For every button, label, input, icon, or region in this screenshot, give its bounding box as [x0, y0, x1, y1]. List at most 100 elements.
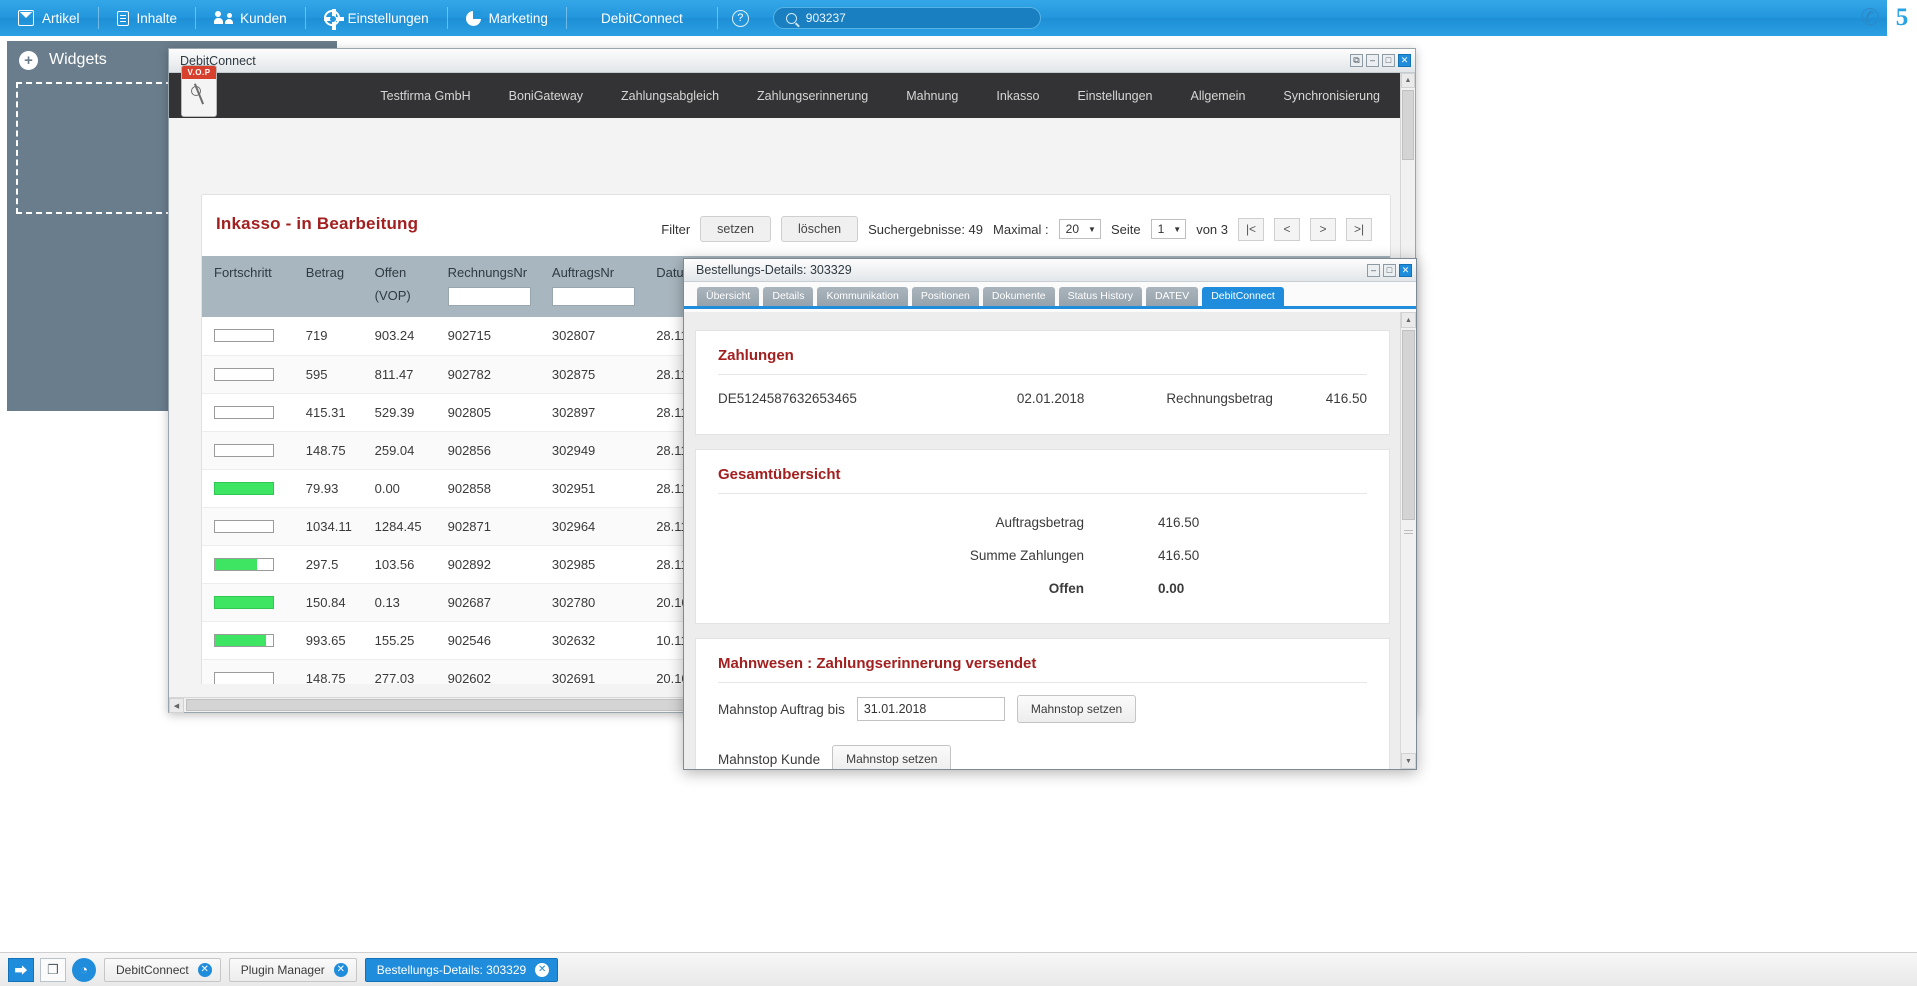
- tab-uebersicht[interactable]: Übersicht: [697, 286, 760, 306]
- scroll-down-icon[interactable]: ▼: [1401, 753, 1416, 769]
- show-desktop-button[interactable]: ❐: [40, 957, 66, 982]
- modal-minimize-button[interactable]: –: [1367, 263, 1380, 277]
- filter-rechnungsnr-input[interactable]: [447, 287, 531, 306]
- close-icon[interactable]: ✕: [535, 962, 550, 977]
- mahnstop-kunde-row: Mahnstop Kunde Mahnstop setzen: [718, 745, 1367, 769]
- cell-offen: 0.13: [362, 583, 436, 622]
- nav-item-einstellungen[interactable]: Einstellungen: [306, 0, 447, 36]
- add-widget-icon[interactable]: +: [19, 50, 38, 70]
- scroll-thumb-horizontal[interactable]: [186, 699, 706, 711]
- page-last-button[interactable]: >|: [1346, 217, 1372, 241]
- col-label: Betrag: [305, 265, 345, 280]
- close-icon[interactable]: ✕: [333, 962, 348, 977]
- scroll-up-icon[interactable]: ▲: [1401, 312, 1416, 328]
- tab-kommunikation[interactable]: Kommunikation: [817, 286, 908, 306]
- modal-title: Bestellungs-Details: 303329: [696, 263, 852, 277]
- cell-betrag: 297.5: [293, 545, 363, 584]
- dcnav-item-allgemein[interactable]: Allgemein: [1172, 89, 1265, 103]
- nav-item-marketing[interactable]: Marketing: [448, 0, 566, 36]
- bestellungs-details-dialog: Bestellungs-Details: 303329 – □ ✕ Übersi…: [683, 258, 1417, 770]
- mahnstop-auftrag-button[interactable]: Mahnstop setzen: [1016, 695, 1137, 723]
- clock-button[interactable]: ◔: [72, 957, 96, 982]
- nav-label-inhalte: Inhalte: [136, 10, 178, 26]
- progress-bar: [214, 519, 274, 533]
- tab-dokumente[interactable]: Dokumente: [982, 286, 1055, 306]
- nav-item-kunden[interactable]: Kunden: [196, 0, 305, 36]
- cell-rechnungsnr: 902687: [435, 583, 540, 622]
- dcnav-item-zahlungserinnerung[interactable]: Zahlungserinnerung: [738, 89, 887, 103]
- seite-select[interactable]: 1 ▼: [1150, 219, 1187, 239]
- mahnstop-auftrag-date-input[interactable]: [856, 697, 1005, 721]
- maximize-button[interactable]: □: [1382, 54, 1395, 67]
- close-button[interactable]: ✕: [1398, 54, 1411, 67]
- clock-icon: ◔: [80, 962, 88, 977]
- phone-icon[interactable]: ✆: [1857, 5, 1883, 31]
- minimize-button[interactable]: –: [1366, 54, 1379, 67]
- mahnstop-auftrag-label: Mahnstop Auftrag bis: [718, 701, 845, 717]
- close-icon[interactable]: ✕: [197, 962, 212, 977]
- cell-betrag: 719: [293, 317, 363, 356]
- taskbar-item-debitconnect[interactable]: DebitConnect ✕: [104, 957, 221, 982]
- nav-item-debitconnect[interactable]: DebitConnect: [567, 0, 717, 36]
- scroll-thumb[interactable]: [1402, 330, 1415, 520]
- start-icon: ⮕: [14, 963, 28, 978]
- taskbar-item-plugin-manager[interactable]: Plugin Manager ✕: [228, 957, 357, 982]
- nav-item-artikel[interactable]: Artikel: [0, 0, 98, 36]
- scroll-left-icon[interactable]: ◀: [169, 698, 184, 713]
- mahnstop-kunde-button[interactable]: Mahnstop setzen: [832, 745, 952, 769]
- cell-fortschritt: [202, 317, 294, 356]
- dcnav-item-einstellungen[interactable]: Einstellungen: [1058, 89, 1171, 103]
- dcnav-item-synchronisierung[interactable]: Synchronisierung: [1264, 89, 1399, 103]
- modal-vertical-scrollbar[interactable]: ▲ ▼: [1400, 312, 1416, 769]
- progress-bar: [214, 329, 274, 343]
- widgets-title: Widgets: [49, 51, 107, 68]
- filter-loeschen-button[interactable]: löschen: [781, 216, 859, 242]
- col-offen: Offen (VOP): [362, 256, 436, 317]
- tab-details[interactable]: Details: [763, 286, 814, 306]
- filter-setzen-button[interactable]: setzen: [700, 216, 772, 242]
- dcnav-item-testfirma[interactable]: Testfirma GmbH: [361, 89, 489, 103]
- zahlung-iban: DE5124587632653465: [718, 391, 857, 406]
- nav-item-inhalte[interactable]: Inhalte: [99, 0, 196, 36]
- tab-datev[interactable]: DATEV: [1145, 286, 1199, 306]
- tab-status-history[interactable]: Status History: [1058, 286, 1142, 306]
- seite-value: 1: [1157, 222, 1165, 236]
- taskbar-item-bestellungs-details[interactable]: Bestellungs-Details: 303329 ✕: [364, 957, 559, 982]
- mahnwesen-panel: Mahnwesen : Zahlungserinnerung versendet…: [695, 638, 1390, 769]
- global-search-value: 903237: [805, 11, 846, 25]
- app-logo: 5: [1887, 0, 1917, 36]
- page-prev-button[interactable]: <: [1274, 217, 1300, 241]
- debitconnect-titlebar[interactable]: DebitConnect ⧉ – □ ✕: [169, 49, 1415, 73]
- tab-positionen[interactable]: Positionen: [911, 286, 979, 306]
- windows-icon: ❐: [47, 961, 59, 977]
- gesamtuebersicht-heading: Gesamtübersicht: [718, 466, 841, 483]
- dcnav-item-inkasso[interactable]: Inkasso: [977, 89, 1058, 103]
- modal-titlebar[interactable]: Bestellungs-Details: 303329 – □ ✕: [684, 259, 1416, 282]
- zahlungen-panel: Zahlungen DE5124587632653465 02.01.2018 …: [695, 330, 1390, 435]
- cell-rechnungsnr: 902546: [435, 621, 540, 660]
- modal-close-button[interactable]: ✕: [1399, 263, 1412, 277]
- progress-bar: [214, 557, 274, 571]
- search-icon: [785, 12, 797, 24]
- dcnav-item-mahnung[interactable]: Mahnung: [887, 89, 977, 103]
- expand-button[interactable]: ⧉: [1350, 54, 1363, 67]
- page-next-button[interactable]: >: [1310, 217, 1336, 241]
- filter-toolbar: Filter setzen löschen Suchergebnisse: 49…: [661, 214, 1372, 242]
- filter-auftragsnr-input[interactable]: [551, 287, 635, 306]
- dcnav-item-bonigateway[interactable]: BoniGateway: [490, 89, 602, 103]
- modal-content: Zahlungen DE5124587632653465 02.01.2018 …: [684, 312, 1400, 769]
- cell-auftragsnr: 302691: [539, 659, 645, 684]
- dcnav-item-zahlungsabgleich[interactable]: Zahlungsabgleich: [602, 89, 738, 103]
- tab-debitconnect[interactable]: DebitConnect: [1202, 286, 1284, 306]
- cell-rechnungsnr: 902871: [435, 507, 540, 546]
- modal-maximize-button[interactable]: □: [1383, 263, 1396, 277]
- scroll-up-icon[interactable]: ▲: [1401, 73, 1415, 88]
- cell-rechnungsnr: 902858: [435, 469, 540, 508]
- page-first-button[interactable]: |<: [1238, 217, 1264, 241]
- global-search-input[interactable]: 903237: [772, 7, 1041, 29]
- start-button[interactable]: ⮕: [8, 957, 34, 982]
- help-button[interactable]: ?: [718, 0, 763, 36]
- scroll-thumb[interactable]: [1402, 90, 1414, 160]
- cell-rechnungsnr: 902856: [435, 431, 540, 470]
- maximal-select[interactable]: 20 ▼: [1058, 219, 1101, 239]
